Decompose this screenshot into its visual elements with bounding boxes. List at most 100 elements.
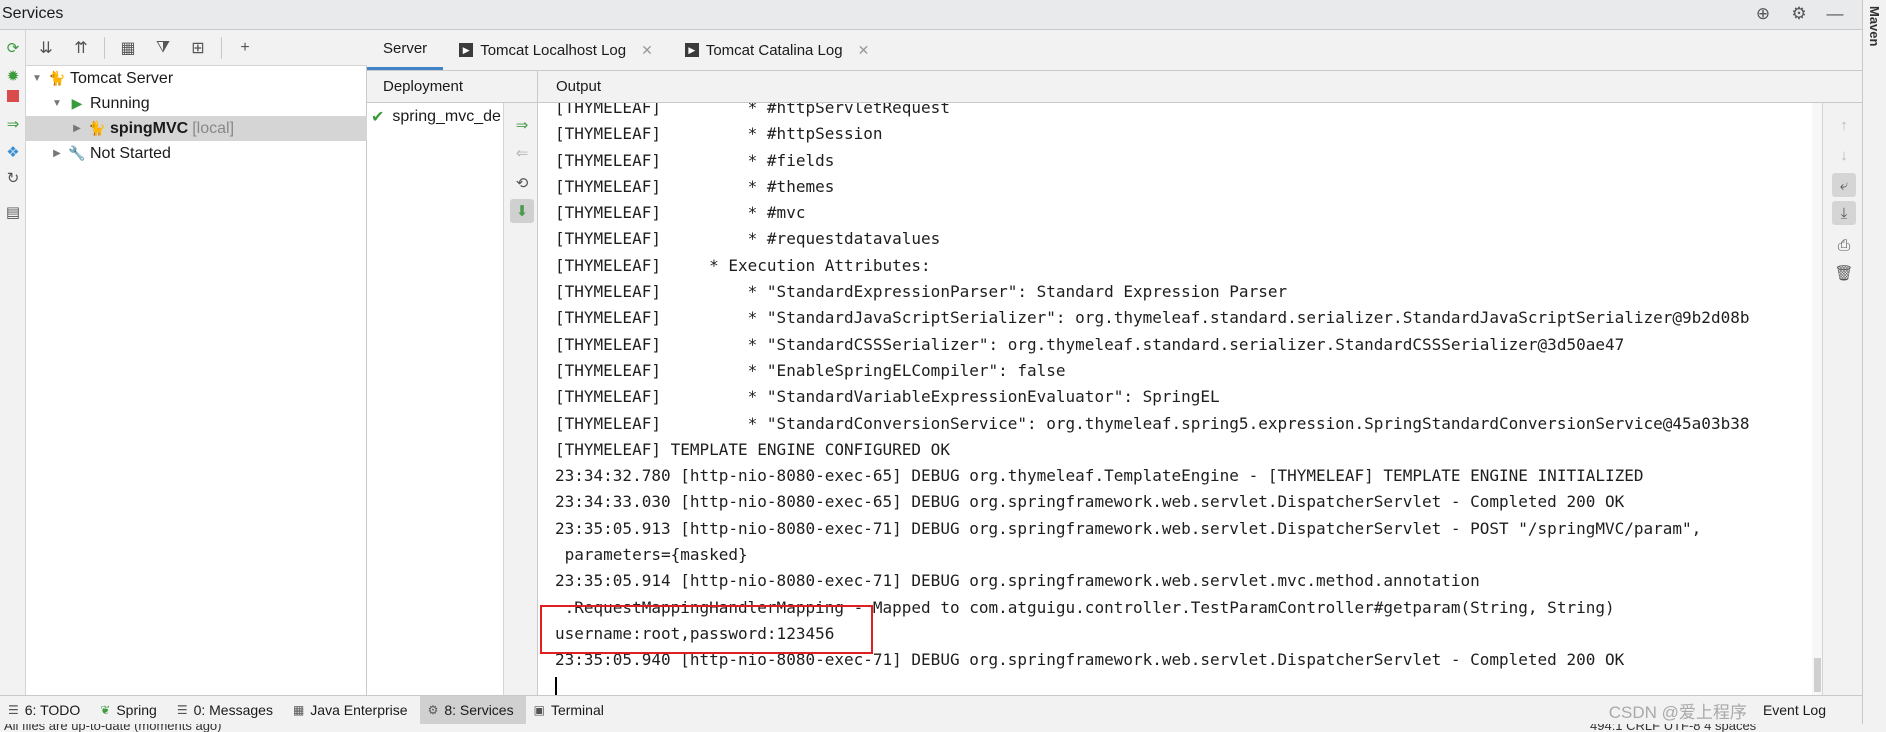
chevron-right-icon[interactable]: ▶: [50, 148, 64, 159]
deploy-all-icon[interactable]: ⇒: [510, 113, 534, 137]
arrow-down-icon[interactable]: ↓: [1832, 143, 1856, 167]
java-enterprise-icon: ▦: [292, 703, 305, 717]
tab-tomcat-catalina-log[interactable]: ▶ Tomcat Catalina Log ✕: [669, 30, 885, 70]
target-icon[interactable]: ⊕: [1752, 3, 1774, 25]
tool-button-label: 0: Messages: [193, 702, 273, 718]
chevron-right-icon[interactable]: ▶: [70, 123, 84, 134]
check-icon: ✔: [371, 109, 385, 126]
output-header: Output: [538, 71, 1862, 103]
expand-all-icon[interactable]: ⇊: [34, 36, 58, 60]
chevron-down-icon[interactable]: ▼: [50, 98, 64, 109]
java-enterprise-tool-button[interactable]: ▦ Java Enterprise: [285, 696, 420, 724]
toolbar-divider: [104, 36, 105, 59]
list-icon: ☰: [8, 703, 19, 717]
console-line: [THYMELEAF] * #mvc: [555, 203, 806, 223]
layout-icon[interactable]: ▤: [3, 202, 23, 222]
highlight-annotation-box: [540, 605, 873, 654]
console-line: [THYMELEAF] * "StandardVariableExpressio…: [555, 387, 1220, 407]
group-icon[interactable]: ▦: [116, 36, 140, 60]
status-info: 494:1 CRLF UTF-8 4 spaces: [1590, 724, 1757, 732]
messages-icon: ☰: [176, 703, 188, 717]
run-icon: ▶: [71, 95, 83, 111]
details-tabs: Server ▶ Tomcat Localhost Log ✕ ▶ Tomcat…: [367, 30, 1862, 71]
console-line: [THYMELEAF] * "EnableSpringELCompiler": …: [555, 360, 1066, 380]
console-line: [THYMELEAF] * "StandardConversionService…: [555, 413, 1750, 433]
tool-button-label: 8: Services: [444, 702, 514, 718]
terminal-tool-button[interactable]: ▣ Terminal: [526, 696, 616, 724]
wrench-icon: 🔧: [68, 145, 86, 161]
arrow-up-icon[interactable]: ↑: [1832, 113, 1856, 137]
trash-icon[interactable]: 🗑: [1832, 261, 1856, 285]
stop-icon[interactable]: [3, 86, 23, 106]
tool-button-label: 6: TODO: [24, 702, 81, 718]
rerun-icon[interactable]: ⟳: [3, 38, 23, 58]
gear-icon[interactable]: ⚙: [1788, 3, 1810, 25]
filter-icon[interactable]: ⧩: [151, 36, 175, 60]
debug-icon[interactable]: ✹: [3, 66, 23, 86]
title-bar: Services ⊕ ⚙ —: [0, 0, 1862, 30]
window-title: Services: [2, 5, 64, 22]
deploy-icon[interactable]: ⇒: [3, 114, 23, 134]
console-line: 23:34:33.030 [http-nio-8080-exec-65] DEB…: [555, 492, 1625, 512]
tree-node-tomcat-server[interactable]: ▼ 🐈 Tomcat Server: [26, 66, 367, 91]
console-line: parameters={masked}: [555, 545, 748, 565]
messages-tool-button[interactable]: ☰ 0: Messages: [169, 696, 285, 724]
event-log-button[interactable]: Event Log: [1763, 702, 1826, 718]
right-tool-strip: Maven: [1862, 0, 1886, 732]
update-icon[interactable]: ⟲: [510, 171, 534, 195]
title-bar-actions: ⊕ ⚙ —: [1752, 3, 1846, 25]
services-tool-button[interactable]: ⚙ 8: Services: [419, 696, 526, 724]
tree-toolbar: ⇊ ⇈ ▦ ⧩ ⊞ +: [26, 30, 367, 66]
tree-node-suffix: [local]: [192, 119, 235, 137]
tab-label: Tomcat Catalina Log: [705, 41, 843, 59]
output-scrollbar[interactable]: [1812, 103, 1822, 695]
scroll-to-end-icon[interactable]: ⤓: [1832, 201, 1856, 225]
undeploy-icon[interactable]: ⇐: [510, 141, 534, 165]
services-action-toolbar: ⟳ ✹ ⇒ ❖ ↻ ▤: [0, 30, 26, 695]
tool-button-label: Terminal: [550, 702, 604, 718]
tree-node-not-started[interactable]: ▶ 🔧 Not Started: [26, 141, 367, 166]
tomcat-icon: 🐈: [48, 70, 66, 86]
tree-node-running[interactable]: ▼ ▶ Running: [26, 91, 367, 116]
deployment-item[interactable]: ✔ spring_mvc_demo: [371, 107, 501, 127]
console-icon: ▶: [459, 43, 474, 57]
tree-node-spingmvc[interactable]: ▶ 🐈 spingMVC [local]: [26, 116, 367, 141]
refresh-icon[interactable]: ↻: [3, 168, 23, 188]
deployment-list: ✔ spring_mvc_demo: [367, 103, 504, 695]
spring-leaf-icon: ❦: [100, 703, 111, 717]
services-icon: ⚙: [427, 703, 439, 717]
watermark-text: CSDN @爱上程序: [1608, 702, 1747, 722]
new-tab-icon[interactable]: ⊞: [186, 36, 210, 60]
close-icon[interactable]: ✕: [641, 42, 653, 59]
console-line: [THYMELEAF] * Execution Attributes:: [555, 255, 931, 275]
scrollbar-thumb[interactable]: [1814, 658, 1821, 692]
tool-button-label: Java Enterprise: [310, 702, 408, 718]
deployment-header: Deployment: [367, 71, 538, 103]
minimize-icon[interactable]: —: [1824, 3, 1846, 25]
tab-server[interactable]: Server: [367, 30, 444, 70]
console-line: [THYMELEAF] * #fields: [555, 150, 835, 170]
spring-tool-button[interactable]: ❦ Spring: [92, 696, 169, 724]
chevron-down-icon[interactable]: ▼: [30, 73, 44, 84]
tab-tomcat-localhost-log[interactable]: ▶ Tomcat Localhost Log ✕: [443, 30, 669, 70]
tree-node-label: spingMVC: [110, 119, 189, 137]
deploy-download-icon[interactable]: ⬇: [510, 199, 534, 223]
console-line: 23:35:05.914 [http-nio-8080-exec-71] DEB…: [555, 571, 1480, 591]
console-line: [THYMELEAF] * #httpSession: [555, 124, 883, 144]
console-input-line[interactable]: [555, 674, 1749, 695]
terminal-icon: ▣: [533, 703, 545, 717]
console-line: 23:35:05.913 [http-nio-8080-exec-71] DEB…: [555, 518, 1702, 538]
add-icon[interactable]: +: [233, 36, 257, 60]
tool-button-label: Spring: [116, 702, 157, 718]
print-icon[interactable]: ⎙: [1832, 233, 1856, 257]
maven-tool-tab[interactable]: Maven: [1867, 6, 1882, 46]
collapse-all-icon[interactable]: ⇈: [69, 36, 93, 60]
deployment-toolbar: ⇒ ⇐ ⟲ ⬇: [504, 103, 538, 695]
todo-tool-button[interactable]: ☰ 6: TODO: [0, 696, 92, 724]
toolbar-divider: [221, 36, 222, 59]
soft-wrap-icon[interactable]: ⤶: [1832, 173, 1856, 197]
console-icon: ▶: [684, 43, 699, 57]
close-icon[interactable]: ✕: [858, 42, 870, 59]
tab-label: Tomcat Localhost Log: [480, 41, 627, 59]
artifact-icon[interactable]: ❖: [3, 142, 23, 162]
